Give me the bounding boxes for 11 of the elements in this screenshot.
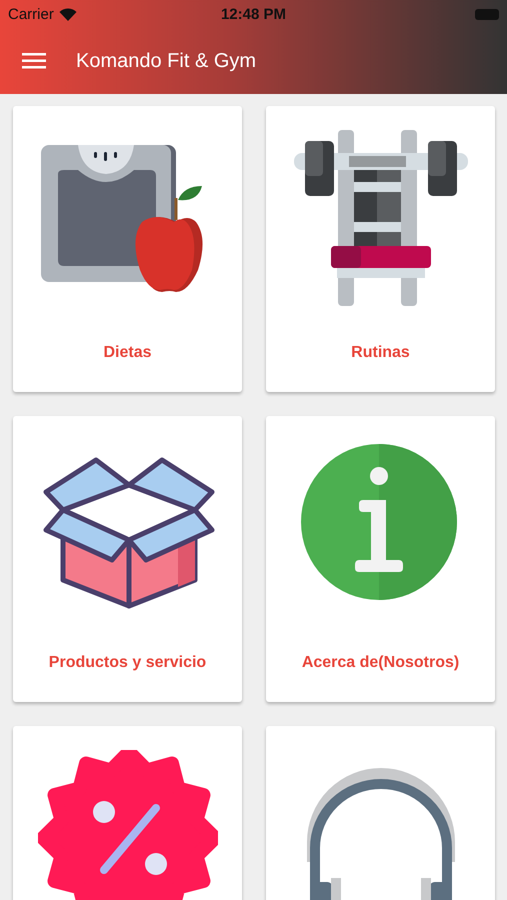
menu-card[interactable]: Acerca de(Nosotros) bbox=[266, 416, 495, 702]
carrier-name: Carrier bbox=[8, 6, 54, 22]
battery-icon bbox=[475, 8, 499, 20]
discount-badge-icon bbox=[38, 750, 218, 900]
menu-card[interactable]: Dietas bbox=[13, 106, 242, 392]
app-title: Komando Fit & Gym bbox=[76, 50, 256, 72]
status-time: 12:48 PM bbox=[220, 6, 286, 22]
menu-card[interactable]: Productos y servicio bbox=[13, 416, 242, 702]
menu-card[interactable]: Rutinas bbox=[266, 106, 495, 392]
menu-button[interactable] bbox=[22, 52, 46, 70]
wifi-icon bbox=[58, 8, 77, 20]
